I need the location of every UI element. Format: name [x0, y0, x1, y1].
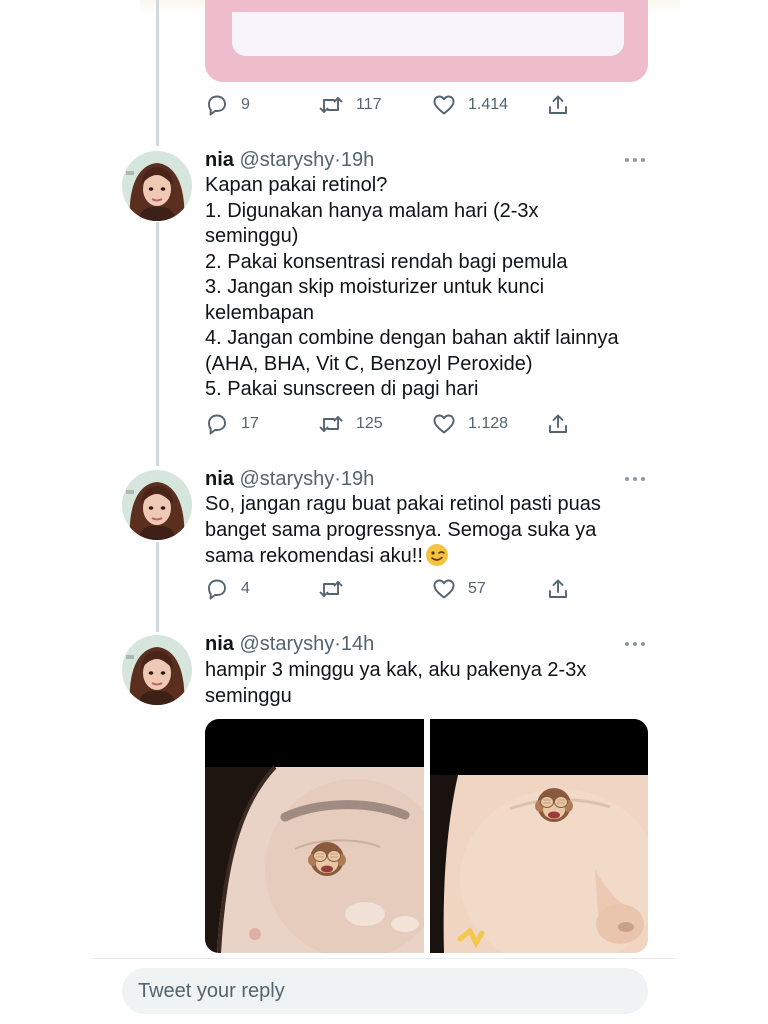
handle[interactable]: @staryshy [239, 468, 334, 490]
tweet-text: Kapan pakai retinol? 1. Digunakan hanya … [205, 173, 650, 403]
more-icon [625, 158, 645, 162]
like-count: 1.128 [468, 415, 509, 432]
reply-icon [208, 579, 226, 600]
like-count: 57 [468, 580, 486, 597]
reply-button[interactable]: 4 [205, 576, 250, 602]
tweet-text: So, jangan ragu buat pakai retinol pasti… [205, 492, 650, 570]
share-icon [549, 414, 567, 433]
tweet-header: nia @staryshy·19h [205, 148, 374, 172]
more-icon [625, 642, 645, 646]
display-name[interactable]: nia [205, 633, 234, 655]
tweet-line-with-emoji: sama rekomendasi aku!! [205, 543, 650, 570]
embedded-card[interactable] [205, 0, 648, 82]
media-photo-after[interactable] [430, 719, 648, 953]
timestamp[interactable]: 19h [341, 468, 374, 490]
share-button[interactable] [546, 92, 570, 118]
display-name[interactable]: nia [205, 468, 234, 490]
tweet-line: 5. Pakai sunscreen di pagi hari [205, 378, 479, 400]
avatar-image [122, 470, 192, 540]
timestamp[interactable]: 14h [341, 633, 374, 655]
tweet-header: nia @staryshy·14h [205, 632, 374, 656]
reply-count: 4 [241, 580, 250, 597]
retweet-button[interactable] [318, 576, 356, 602]
separator-dot: · [334, 149, 341, 171]
separator-dot: · [334, 633, 341, 655]
divider [93, 958, 675, 959]
retweet-icon [319, 416, 343, 432]
more-button[interactable] [623, 150, 647, 170]
before-face-photo [205, 719, 424, 953]
tweet-line: 4. Jangan combine dengan bahan aktif lai… [205, 327, 619, 349]
heart-icon [433, 414, 455, 434]
separator-dot: · [334, 468, 341, 490]
share-icon [549, 579, 567, 598]
avatar-image [122, 635, 192, 705]
retweet-button[interactable]: 117 [318, 92, 382, 118]
after-face-photo [430, 719, 648, 953]
reply-icon [208, 95, 226, 116]
tweet-line: Kapan pakai retinol? [205, 174, 388, 196]
more-button[interactable] [623, 469, 647, 489]
reply-count: 9 [241, 96, 250, 113]
tweet-header: nia @staryshy·19h [205, 467, 374, 491]
tweet-line: seminggu) [205, 225, 299, 247]
like-count: 1.414 [468, 96, 509, 113]
thread-line [156, 0, 159, 146]
like-button[interactable]: 57 [432, 576, 486, 602]
embedded-card-inner [232, 12, 624, 56]
thread-line [156, 222, 159, 466]
tweet-line: 3. Jangan skip moisturizer untuk kunci [205, 276, 545, 298]
retweet-count: 125 [356, 415, 383, 432]
tweet-line: banget sama progressnya. Semoga suka ya [205, 518, 597, 541]
avatar[interactable] [122, 635, 192, 705]
media-photo-before[interactable] [205, 719, 424, 953]
tweet-line: (AHA, BHA, Vit C, Benzoyl Peroxide) [205, 352, 533, 375]
more-icon [625, 477, 645, 481]
reply-button[interactable]: 17 [205, 411, 259, 437]
timestamp[interactable]: 19h [341, 149, 374, 171]
reply-input[interactable]: Tweet your reply [122, 968, 648, 1014]
reply-icon [208, 414, 226, 435]
reply-placeholder: Tweet your reply [138, 979, 285, 1002]
retweet-button[interactable]: 125 [318, 411, 383, 437]
like-button[interactable]: 1.414 [432, 92, 508, 118]
tweet-text: hampir 3 minggu ya kak, aku pakenya 2-3x… [205, 658, 650, 709]
share-icon [549, 95, 567, 114]
retweet-icon [319, 581, 343, 597]
tweet-line: kelembapan [205, 301, 314, 324]
tweet-line: 2. Pakai konsentrasi rendah bagi pemula [205, 250, 568, 273]
thread-line [156, 542, 159, 632]
like-button[interactable]: 1.128 [432, 411, 508, 437]
avatar[interactable] [122, 470, 192, 540]
retweet-icon [319, 97, 343, 113]
avatar-image [122, 151, 192, 221]
tweet-line: So, jangan ragu buat pakai retinol pasti… [205, 493, 601, 515]
tweet-line: 1. Digunakan hanya malam hari (2-3x [205, 199, 539, 222]
tweet-line: hampir 3 minggu ya kak, aku pakenya 2-3x [205, 659, 587, 681]
display-name[interactable]: nia [205, 149, 234, 171]
more-button[interactable] [623, 634, 647, 654]
avatar[interactable] [122, 151, 192, 221]
heart-icon [433, 579, 455, 599]
share-button[interactable] [546, 411, 570, 437]
tweet-line: seminggu [205, 684, 292, 707]
handle[interactable]: @staryshy [239, 149, 334, 171]
winking-face-emoji-icon [425, 544, 448, 566]
retweet-count: 117 [356, 96, 382, 113]
reply-button[interactable]: 9 [205, 92, 250, 118]
handle[interactable]: @staryshy [239, 633, 334, 655]
heart-icon [433, 95, 455, 115]
share-button[interactable] [546, 576, 570, 602]
reply-count: 17 [241, 415, 259, 432]
tweet-line: sama rekomendasi aku!! [205, 545, 423, 567]
